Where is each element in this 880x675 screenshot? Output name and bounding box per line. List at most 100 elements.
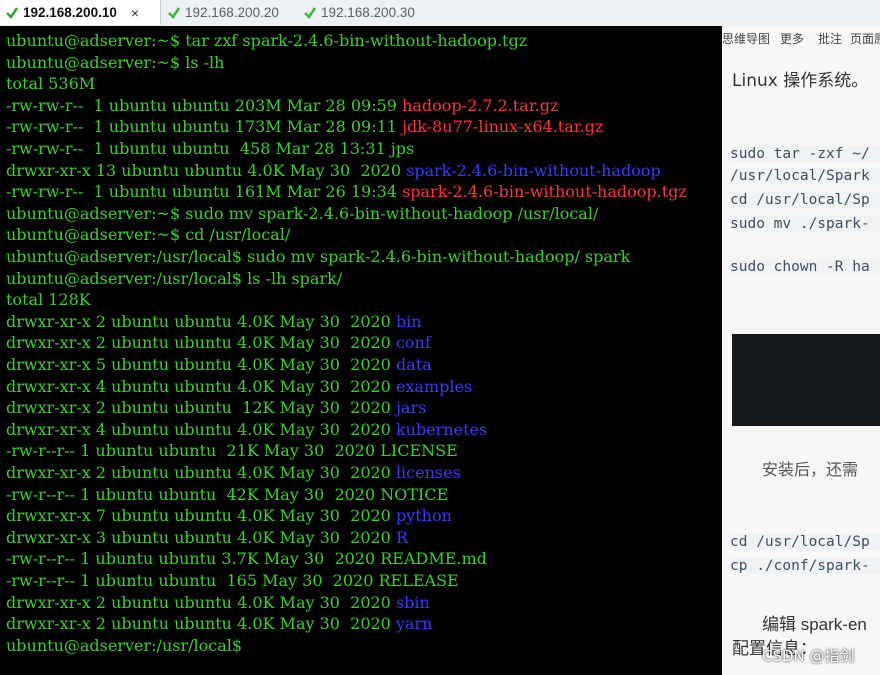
terminal-line: ubuntu@adserver:/usr/local$ sudo mv spar… bbox=[6, 246, 630, 268]
terminal-output[interactable]: ubuntu@adserver:~$ tar zxf spark-2.4.6-b… bbox=[0, 26, 722, 675]
terminal-line: total 536M bbox=[6, 73, 95, 95]
tab-label: 192.168.200.30 bbox=[321, 5, 415, 20]
directory-name: spark-2.4.6-bin-without-hadoop bbox=[406, 160, 661, 180]
terminal-line: ubuntu@adserver:/usr/local$ ls -lh spark… bbox=[6, 268, 342, 290]
terminal-line: drwxr-xr-x 13 ubuntu ubuntu 4.0K May 30 … bbox=[6, 160, 661, 182]
terminal-line: -rw-rw-r-- 1 ubuntu ubuntu 173M Mar 28 0… bbox=[6, 116, 603, 138]
check-icon bbox=[168, 6, 181, 19]
terminal-line: total 128K bbox=[6, 289, 91, 311]
menu-item-more[interactable]: 更多 bbox=[780, 30, 804, 47]
menu-item-comment[interactable]: 批注 bbox=[818, 30, 842, 47]
terminal-line: ubuntu@adserver:/usr/local$ bbox=[6, 635, 247, 657]
terminal-text: -rw-rw-r-- 1 ubuntu ubuntu 458 Mar 28 13… bbox=[6, 139, 415, 158]
terminal-text: drwxr-xr-x 4 ubuntu ubuntu 4.0K May 30 2… bbox=[6, 376, 396, 396]
terminal-text: ubuntu@adserver:~$ ls -lh bbox=[6, 52, 225, 72]
terminal-text: drwxr-xr-x 2 ubuntu ubuntu 4.0K May 30 2… bbox=[6, 333, 396, 353]
code-line: /usr/local/Spark bbox=[730, 168, 880, 184]
terminal-line: -rw-rw-r-- 1 ubuntu ubuntu 203M Mar 28 0… bbox=[6, 95, 558, 117]
menu-item-mindmap[interactable]: 思维导图 bbox=[722, 30, 770, 47]
code-line: sudo mv ./spark- bbox=[730, 216, 880, 232]
close-icon[interactable]: × bbox=[131, 5, 139, 21]
terminal-line: ubuntu@adserver:~$ sudo mv spark-2.4.6-b… bbox=[6, 203, 598, 225]
terminal-text: ubuntu@adserver:/usr/local$ bbox=[6, 635, 248, 655]
check-icon bbox=[6, 6, 19, 19]
directory-name: examples bbox=[395, 376, 473, 396]
terminal-text: drwxr-xr-x 7 ubuntu ubuntu 4.0K May 30 2… bbox=[6, 506, 396, 526]
archive-name: spark-2.4.6-bin-without-hadoop.tgz bbox=[402, 182, 687, 202]
directory-name: conf bbox=[395, 333, 431, 353]
tab-session-1[interactable]: 192.168.200.10 × bbox=[0, 0, 161, 25]
directory-name: python bbox=[395, 506, 452, 526]
code-line: sudo tar -zxf ~/ bbox=[730, 146, 880, 162]
terminal-line: drwxr-xr-x 2 ubuntu ubuntu 4.0K May 30 2… bbox=[6, 311, 422, 333]
code-line: sudo chown -R ha bbox=[730, 259, 880, 275]
terminal-line: drwxr-xr-x 4 ubuntu ubuntu 4.0K May 30 2… bbox=[6, 376, 472, 398]
tab-label: 192.168.200.10 bbox=[23, 5, 117, 20]
terminal-text: drwxr-xr-x 2 ubuntu ubuntu 4.0K May 30 2… bbox=[6, 614, 396, 634]
terminal-text: ubuntu@adserver:~$ cd /usr/local/ bbox=[6, 225, 291, 245]
terminal-text: -rw-r--r-- 1 ubuntu ubuntu 21K May 30 20… bbox=[6, 441, 458, 461]
document-text: 编辑 spark-en bbox=[762, 615, 867, 634]
directory-name: bin bbox=[395, 311, 422, 331]
archive-name: hadoop-2.7.2.tar.gz bbox=[402, 95, 559, 115]
terminal-text: drwxr-xr-x 2 ubuntu ubuntu 4.0K May 30 2… bbox=[6, 463, 396, 482]
terminal-line: drwxr-xr-x 4 ubuntu ubuntu 4.0K May 30 2… bbox=[6, 419, 487, 441]
terminal-text: total 536M bbox=[6, 74, 96, 94]
terminal-line: ubuntu@adserver:~$ tar zxf spark-2.4.6-b… bbox=[6, 30, 527, 52]
terminal-text: ubuntu@adserver:/usr/local$ sudo mv spar… bbox=[6, 247, 631, 266]
terminal-text: -rw-r--r-- 1 ubuntu ubuntu 165 May 30 20… bbox=[6, 571, 459, 590]
terminal-text: drwxr-xr-x 4 ubuntu ubuntu 4.0K May 30 2… bbox=[6, 419, 396, 439]
document-text: 安装后，还需 bbox=[762, 460, 859, 479]
terminal-text: drwxr-xr-x 5 ubuntu ubuntu 4.0K May 30 2… bbox=[6, 355, 396, 374]
terminal-line: drwxr-xr-x 7 ubuntu ubuntu 4.0K May 30 2… bbox=[6, 505, 452, 527]
terminal-line: -rw-rw-r-- 1 ubuntu ubuntu 458 Mar 28 13… bbox=[6, 138, 414, 160]
terminal-text: drwxr-xr-x 2 ubuntu ubuntu 4.0K May 30 2… bbox=[6, 311, 396, 331]
embedded-screenshot bbox=[732, 334, 880, 426]
document-heading: Linux 操作系统。 bbox=[732, 71, 869, 91]
watermark: CSDN @指剑 bbox=[762, 647, 855, 665]
terminal-line: -rw-r--r-- 1 ubuntu ubuntu 21K May 30 20… bbox=[6, 440, 458, 462]
terminal-text: drwxr-xr-x 13 ubuntu ubuntu 4.0K May 30 … bbox=[6, 160, 407, 180]
terminal-text: drwxr-xr-x 2 ubuntu ubuntu 4.0K May 30 2… bbox=[6, 592, 396, 612]
terminal-line: -rw-r--r-- 1 ubuntu ubuntu 165 May 30 20… bbox=[6, 570, 459, 592]
directory-name: data bbox=[395, 355, 432, 374]
terminal-text: drwxr-xr-x 3 ubuntu ubuntu 4.0K May 30 2… bbox=[6, 527, 396, 547]
terminal-line: ubuntu@adserver:~$ ls -lh bbox=[6, 52, 224, 74]
document-menu-bar: 思维导图 更多 批注 页面原 bbox=[722, 30, 880, 50]
terminal-line: drwxr-xr-x 2 ubuntu ubuntu 4.0K May 30 2… bbox=[6, 332, 431, 354]
terminal-text: -rw-r--r-- 1 ubuntu ubuntu 3.7K May 30 2… bbox=[6, 549, 487, 569]
menu-item-page[interactable]: 页面原 bbox=[850, 30, 880, 47]
directory-name: sbin bbox=[395, 592, 430, 612]
code-line: cd /usr/local/Sp bbox=[730, 534, 880, 550]
session-tab-bar: 192.168.200.10 × 192.168.200.20 192.168.… bbox=[0, 0, 880, 27]
terminal-line: -rw-r--r-- 1 ubuntu ubuntu 42K May 30 20… bbox=[6, 484, 448, 506]
terminal-text: drwxr-xr-x 2 ubuntu ubuntu 12K May 30 20… bbox=[6, 398, 396, 418]
terminal-line: drwxr-xr-x 2 ubuntu ubuntu 4.0K May 30 2… bbox=[6, 613, 432, 635]
directory-name: jars bbox=[395, 398, 427, 418]
terminal-line: -rw-rw-r-- 1 ubuntu ubuntu 161M Mar 26 1… bbox=[6, 181, 687, 203]
background-document: 思维导图 更多 批注 页面原 Linux 操作系统。 sudo tar -zxf… bbox=[722, 26, 880, 675]
directory-name: yarn bbox=[395, 614, 433, 634]
archive-name: jdk-8u77-linux-x64.tar.gz bbox=[402, 117, 604, 137]
terminal-line: drwxr-xr-x 2 ubuntu ubuntu 4.0K May 30 2… bbox=[6, 462, 461, 484]
terminal-line: drwxr-xr-x 5 ubuntu ubuntu 4.0K May 30 2… bbox=[6, 354, 432, 376]
tab-session-2[interactable]: 192.168.200.20 bbox=[162, 0, 296, 25]
terminal-text: -rw-rw-r-- 1 ubuntu ubuntu 173M Mar 28 0… bbox=[6, 117, 403, 137]
terminal-text: -rw-rw-r-- 1 ubuntu ubuntu 203M Mar 28 0… bbox=[6, 95, 403, 115]
tab-session-3[interactable]: 192.168.200.30 bbox=[298, 0, 438, 25]
terminal-text: ubuntu@adserver:~$ sudo mv spark-2.4.6-b… bbox=[6, 203, 599, 223]
terminal-text: ubuntu@adserver:~$ tar zxf spark-2.4.6-b… bbox=[6, 31, 528, 50]
terminal-text: total 128K bbox=[6, 290, 91, 310]
terminal-line: drwxr-xr-x 2 ubuntu ubuntu 4.0K May 30 2… bbox=[6, 592, 430, 614]
directory-name: R bbox=[395, 527, 408, 547]
terminal-text: ubuntu@adserver:/usr/local$ ls -lh spark… bbox=[6, 268, 343, 288]
terminal-line: ubuntu@adserver:~$ cd /usr/local/ bbox=[6, 224, 290, 246]
directory-name: licenses bbox=[395, 463, 461, 482]
code-line: cp ./conf/spark- bbox=[730, 558, 880, 574]
terminal-line: drwxr-xr-x 3 ubuntu ubuntu 4.0K May 30 2… bbox=[6, 527, 408, 549]
terminal-line: drwxr-xr-x 2 ubuntu ubuntu 12K May 30 20… bbox=[6, 397, 426, 419]
code-line: cd /usr/local/Sp bbox=[730, 192, 880, 208]
tab-label: 192.168.200.20 bbox=[185, 5, 279, 20]
terminal-text: -rw-rw-r-- 1 ubuntu ubuntu 161M Mar 26 1… bbox=[6, 182, 403, 202]
terminal-text: -rw-r--r-- 1 ubuntu ubuntu 42K May 30 20… bbox=[6, 484, 449, 504]
